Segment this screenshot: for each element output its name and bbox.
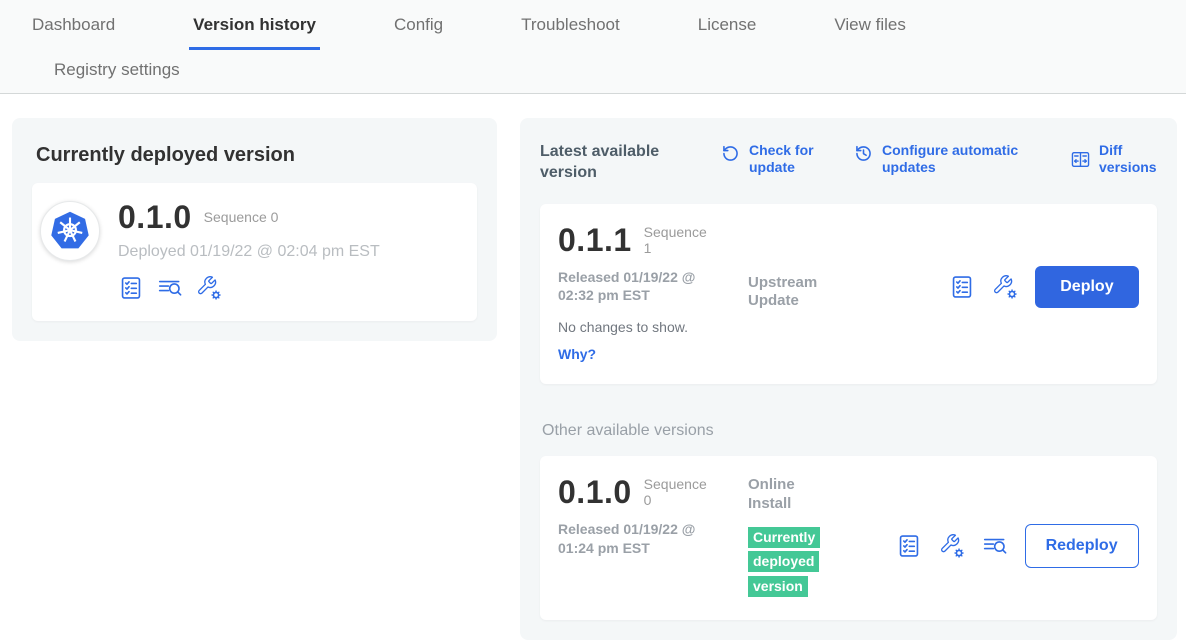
other-version-info: 0.1.0 Sequence 0 Released 01/19/22 @ 01:… [558, 476, 748, 557]
tab-view-files[interactable]: View files [830, 15, 910, 50]
other-source-column: Online Install Currently deployed versio… [748, 476, 878, 600]
no-changes-note: No changes to show. [558, 319, 748, 335]
tab-version-history[interactable]: Version history [189, 15, 320, 50]
wrench-gear-icon[interactable] [992, 274, 1018, 300]
configure-automatic-updates-link[interactable]: Configure automatic updates [853, 142, 1042, 176]
currently-deployed-badge: Currently deployed version [748, 527, 820, 598]
currently-deployed-title: Currently deployed version [36, 144, 477, 167]
deployed-icon-row [118, 275, 380, 301]
redeploy-button[interactable]: Redeploy [1025, 524, 1139, 568]
latest-available-header: Latest available version Check for updat… [540, 142, 1157, 184]
other-actions: Redeploy [896, 476, 1139, 568]
tab-dashboard[interactable]: Dashboard [28, 15, 119, 50]
checklist-icon[interactable] [896, 533, 922, 559]
nav-row-1: Dashboard Version history Config Trouble… [28, 0, 1186, 50]
latest-version-number: 0.1.1 [558, 224, 632, 256]
latest-available-title: Latest available version [540, 142, 692, 184]
latest-actions: Deploy [949, 224, 1138, 308]
refresh-icon [720, 143, 741, 164]
lines-magnifier-icon[interactable] [982, 533, 1008, 559]
latest-version-info: 0.1.1 Sequence 1 Released 01/19/22 @ 02:… [558, 224, 748, 365]
auto-update-clock-icon [853, 143, 874, 164]
online-install-label: Online Install [748, 476, 828, 514]
deploy-button[interactable]: Deploy [1035, 266, 1138, 308]
kubernetes-logo [40, 201, 100, 261]
deployed-sequence-label: Sequence 0 [204, 209, 279, 225]
deployed-version-info: 0.1.0 Sequence 0 Deployed 01/19/22 @ 02:… [118, 201, 380, 301]
latest-sequence-label: Sequence 1 [644, 224, 710, 256]
tab-troubleshoot[interactable]: Troubleshoot [517, 15, 624, 50]
checklist-icon[interactable] [949, 274, 975, 300]
currently-deployed-panel: Currently deployed version [12, 118, 497, 341]
wrench-gear-icon[interactable] [939, 533, 965, 559]
currently-deployed-badge-wrap: Currently deployed version [748, 526, 820, 600]
wrench-gear-icon[interactable] [196, 275, 222, 301]
why-link[interactable]: Why? [558, 346, 596, 362]
checklist-icon[interactable] [118, 275, 144, 301]
check-for-update-link[interactable]: Check for update [720, 142, 825, 176]
latest-version-card: 0.1.1 Sequence 1 Released 01/19/22 @ 02:… [540, 204, 1157, 385]
other-sequence-label: Sequence 0 [644, 476, 710, 508]
tab-registry-settings[interactable]: Registry settings [50, 60, 184, 91]
deployed-version-card: 0.1.0 Sequence 0 Deployed 01/19/22 @ 02:… [32, 183, 477, 321]
deployed-version-number: 0.1.0 [118, 201, 192, 233]
latest-available-panel: Latest available version Check for updat… [520, 118, 1177, 640]
diff-versions-link[interactable]: Diff versions [1070, 142, 1157, 176]
other-available-versions-title: Other available versions [542, 422, 1157, 440]
diff-versions-label: Diff versions [1099, 142, 1157, 176]
kubernetes-icon [49, 210, 91, 252]
latest-source-column: Upstream Update [748, 224, 878, 312]
nav-row-2: Registry settings [28, 50, 1186, 93]
deployed-timestamp: Deployed 01/19/22 @ 02:04 pm EST [118, 243, 380, 261]
top-navigation: Dashboard Version history Config Trouble… [0, 0, 1186, 94]
upstream-update-label: Upstream Update [748, 274, 828, 312]
other-released-timestamp: Released 01/19/22 @ 01:24 pm EST [558, 520, 730, 556]
check-for-update-label: Check for update [749, 142, 825, 176]
diff-icon [1070, 149, 1091, 170]
tab-license[interactable]: License [694, 15, 761, 50]
other-version-number: 0.1.0 [558, 476, 632, 508]
tab-config[interactable]: Config [390, 15, 447, 50]
other-version-card: 0.1.0 Sequence 0 Released 01/19/22 @ 01:… [540, 456, 1157, 620]
main-content: Currently deployed version [0, 94, 1186, 640]
latest-released-timestamp: Released 01/19/22 @ 02:32 pm EST [558, 268, 730, 304]
lines-magnifier-icon[interactable] [157, 275, 183, 301]
configure-automatic-updates-label: Configure automatic updates [882, 142, 1042, 176]
